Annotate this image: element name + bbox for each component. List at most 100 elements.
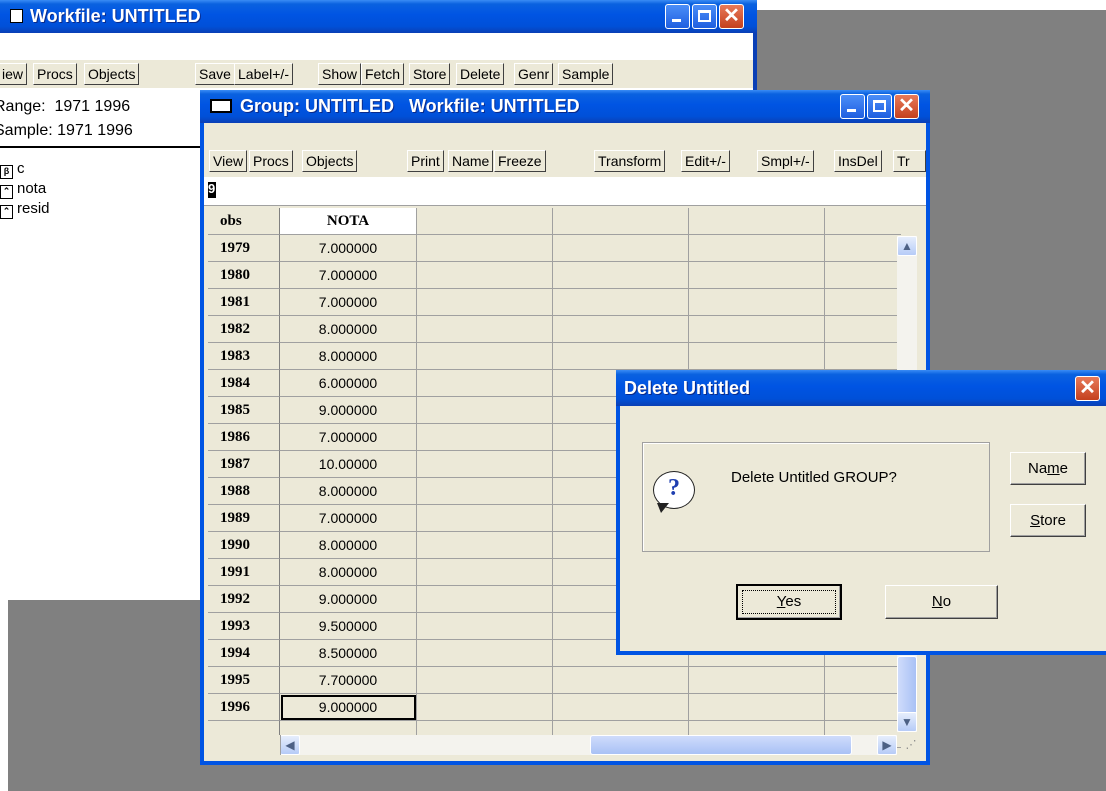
empty-cell[interactable]	[553, 262, 689, 289]
nota-cell[interactable]: 7.000000	[280, 424, 417, 451]
maximize-button[interactable]	[692, 4, 717, 29]
nota-cell[interactable]: 9.500000	[280, 613, 417, 640]
nota-cell[interactable]: 8.000000	[280, 343, 417, 370]
grp-edit-button[interactable]: Edit+/-	[681, 150, 730, 172]
empty-cell[interactable]	[417, 289, 553, 316]
obs-cell[interactable]: 1983	[208, 343, 280, 370]
workfile-titlebar[interactable]: Workfile: UNTITLED ✕	[0, 0, 757, 33]
scroll-left-arrow-icon[interactable]: ◀	[280, 735, 300, 755]
resize-grip-icon[interactable]: ⋰	[901, 735, 921, 755]
empty-cell[interactable]	[689, 316, 825, 343]
empty-cell[interactable]	[417, 505, 553, 532]
nota-cell[interactable]: 6.000000	[280, 370, 417, 397]
empty-cell[interactable]	[825, 289, 901, 316]
empty-cell[interactable]	[689, 667, 825, 694]
store-button[interactable]: Store	[1010, 504, 1086, 537]
close-button[interactable]: ✕	[719, 4, 744, 29]
obs-cell[interactable]: 1991	[208, 559, 280, 586]
grp-insdel-button[interactable]: InsDel	[834, 150, 882, 172]
obs-cell[interactable]: 1993	[208, 613, 280, 640]
no-button[interactable]: No	[885, 585, 998, 619]
empty-cell[interactable]	[553, 316, 689, 343]
obs-cell[interactable]: 1984	[208, 370, 280, 397]
grp-procs-button[interactable]: Procs	[249, 150, 293, 172]
nota-cell[interactable]: 8.000000	[280, 532, 417, 559]
dialog-titlebar[interactable]: Delete Untitled ✕	[616, 370, 1106, 406]
nota-cell[interactable]: 9.000000	[280, 397, 417, 424]
nota-cell[interactable]: 7.000000	[280, 505, 417, 532]
obs-cell[interactable]: 1980	[208, 262, 280, 289]
empty-cell[interactable]	[417, 586, 553, 613]
obs-cell[interactable]: 1988	[208, 478, 280, 505]
obs-cell[interactable]: 1995	[208, 667, 280, 694]
empty-cell[interactable]	[825, 316, 901, 343]
empty-cell[interactable]	[553, 235, 689, 262]
scroll-right-arrow-icon[interactable]: ▶	[877, 735, 897, 755]
grp-smpl-button[interactable]: Smpl+/-	[757, 150, 814, 172]
empty-cell[interactable]	[825, 694, 901, 721]
empty-cell[interactable]	[825, 262, 901, 289]
empty-cell[interactable]	[825, 667, 901, 694]
group-titlebar[interactable]: Group: UNTITLED Workfile: UNTITLED ✕	[200, 90, 930, 123]
empty-cell[interactable]	[417, 316, 553, 343]
grp-print-button[interactable]: Print	[407, 150, 444, 172]
empty-cell[interactable]	[417, 343, 553, 370]
empty-cell[interactable]	[689, 694, 825, 721]
empty-header[interactable]	[689, 208, 825, 235]
empty-cell[interactable]	[417, 613, 553, 640]
grp-transpose-button[interactable]: Tr	[893, 150, 926, 172]
nota-cell[interactable]: 9.000000	[280, 694, 417, 721]
obs-cell[interactable]: 1982	[208, 316, 280, 343]
empty-cell[interactable]	[417, 694, 553, 721]
wf-genr-button[interactable]: Genr	[514, 63, 554, 85]
empty-cell[interactable]	[553, 694, 689, 721]
name-button[interactable]: Name	[1010, 452, 1086, 485]
minimize-button[interactable]	[840, 94, 865, 119]
obs-cell[interactable]: 1987	[208, 451, 280, 478]
obs-cell[interactable]: 1994	[208, 640, 280, 667]
wf-save-button[interactable]: Save	[195, 63, 235, 85]
empty-cell[interactable]	[417, 532, 553, 559]
wf-delete-button[interactable]: Delete	[456, 63, 505, 85]
empty-cell[interactable]	[417, 370, 553, 397]
nota-header[interactable]: NOTA	[280, 208, 417, 235]
nota-cell[interactable]: 7.000000	[280, 289, 417, 316]
nota-cell[interactable]: 8.500000	[280, 640, 417, 667]
nota-cell[interactable]: 8.000000	[280, 316, 417, 343]
wf-show-button[interactable]: Show	[318, 63, 362, 85]
maximize-button[interactable]	[867, 94, 892, 119]
nota-cell[interactable]: 8.000000	[280, 478, 417, 505]
empty-cell[interactable]	[689, 343, 825, 370]
minimize-button[interactable]	[665, 4, 690, 29]
horizontal-scroll-thumb[interactable]	[590, 735, 852, 755]
empty-cell[interactable]	[417, 262, 553, 289]
empty-header[interactable]	[825, 208, 901, 235]
empty-cell[interactable]	[417, 235, 553, 262]
object-nota[interactable]: ⌃ nota	[0, 180, 46, 199]
wf-label-button[interactable]: Label+/-	[234, 63, 293, 85]
wf-sample-button[interactable]: Sample	[558, 63, 614, 85]
empty-cell[interactable]	[417, 559, 553, 586]
scroll-up-arrow-icon[interactable]: ▲	[897, 236, 917, 256]
nota-cell[interactable]: 7.700000	[280, 667, 417, 694]
grp-name-button[interactable]: Name	[448, 150, 494, 172]
empty-cell[interactable]	[553, 667, 689, 694]
empty-cell[interactable]	[417, 451, 553, 478]
obs-cell[interactable]: 1985	[208, 397, 280, 424]
empty-cell[interactable]	[417, 424, 553, 451]
nota-cell[interactable]: 7.000000	[280, 235, 417, 262]
obs-cell[interactable]: 1996	[208, 694, 280, 721]
obs-cell[interactable]: 1981	[208, 289, 280, 316]
empty-cell[interactable]	[553, 289, 689, 316]
horizontal-scrollbar[interactable]: ◀ ▶	[280, 735, 897, 755]
obs-cell[interactable]: 1986	[208, 424, 280, 451]
object-resid[interactable]: ⌃ resid	[0, 200, 50, 219]
grp-transform-button[interactable]: Transform	[594, 150, 666, 172]
wf-procs-button[interactable]: Procs	[33, 63, 77, 85]
grp-freeze-button[interactable]: Freeze	[494, 150, 546, 172]
yes-button[interactable]: Yes	[736, 584, 842, 620]
empty-cell[interactable]	[417, 397, 553, 424]
obs-cell[interactable]: 1990	[208, 532, 280, 559]
empty-cell[interactable]	[689, 289, 825, 316]
obs-cell[interactable]: 1989	[208, 505, 280, 532]
